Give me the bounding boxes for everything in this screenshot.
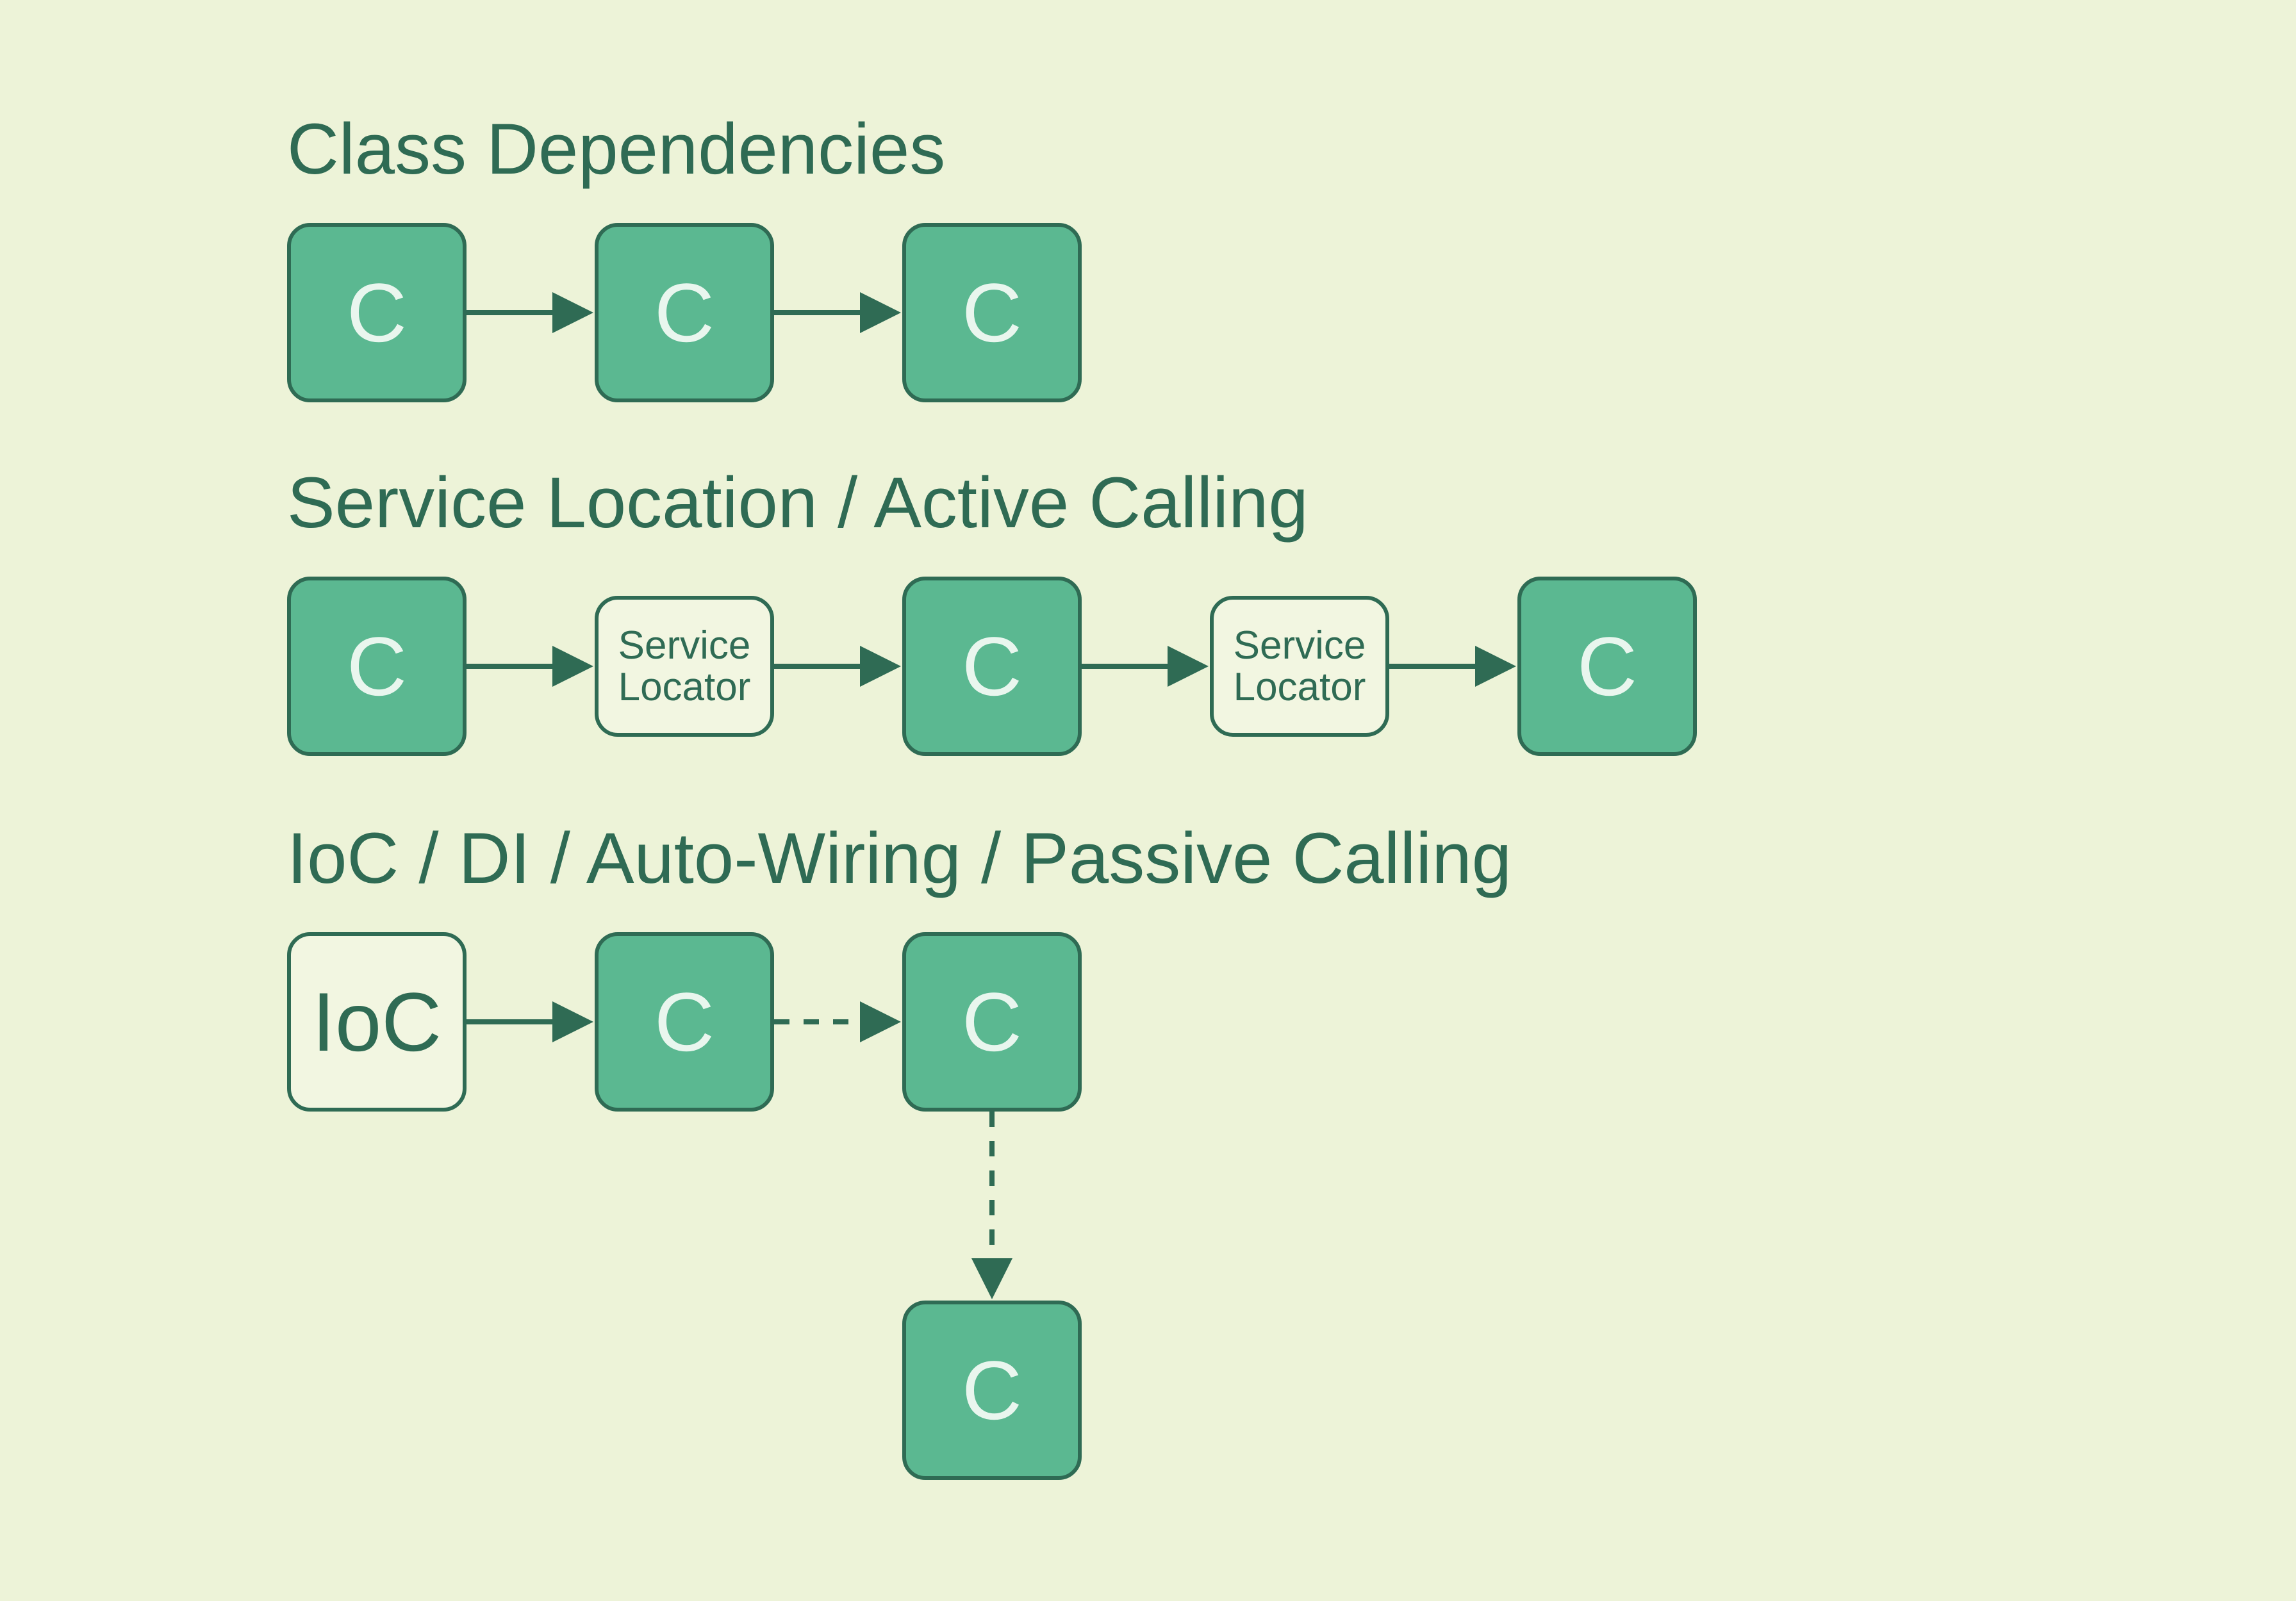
diagram-canvas: Class Dependencies C C C Service Locatio… xyxy=(0,0,2296,1601)
node-label: C xyxy=(962,623,1022,710)
deps-node-c3: C xyxy=(902,223,1082,402)
node-label: C xyxy=(962,269,1022,357)
node-label: Service Locator xyxy=(1234,625,1366,708)
node-label: IoC xyxy=(312,978,442,1066)
svc-node-sl1: Service Locator xyxy=(595,596,774,737)
section-title-svc: Service Location / Active Calling xyxy=(287,461,1309,544)
ioc-node-c1: C xyxy=(595,932,774,1112)
ioc-node-c2: C xyxy=(902,932,1082,1112)
node-label: C xyxy=(347,269,407,357)
section-title-ioc: IoC / DI / Auto-Wiring / Passive Calling xyxy=(287,817,1512,899)
node-label: C xyxy=(347,623,407,710)
node-label: C xyxy=(1577,623,1637,710)
ioc-node-c3: C xyxy=(902,1301,1082,1480)
svc-node-c3: C xyxy=(1517,577,1697,756)
svc-node-c2: C xyxy=(902,577,1082,756)
node-label: C xyxy=(654,978,714,1066)
node-label: C xyxy=(962,978,1022,1066)
node-label: Service Locator xyxy=(618,625,751,708)
deps-node-c2: C xyxy=(595,223,774,402)
svc-node-sl2: Service Locator xyxy=(1210,596,1389,737)
deps-node-c1: C xyxy=(287,223,467,402)
section-title-deps: Class Dependencies xyxy=(287,108,945,190)
ioc-node-ioc: IoC xyxy=(287,932,467,1112)
node-label: C xyxy=(962,1347,1022,1434)
svc-node-c1: C xyxy=(287,577,467,756)
node-label: C xyxy=(654,269,714,357)
